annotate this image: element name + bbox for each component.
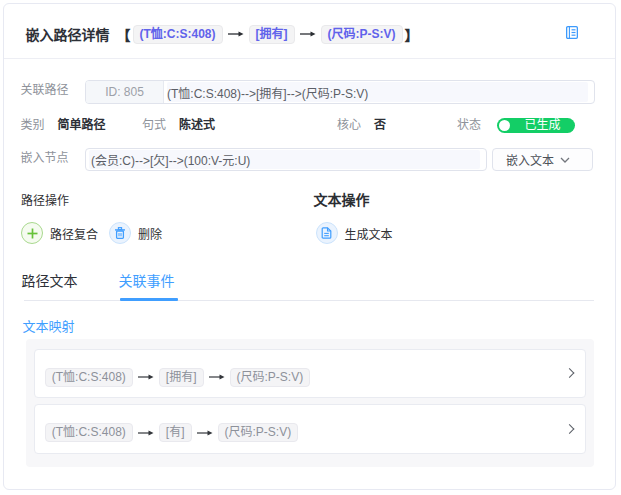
path-chip: (T恤:C:S:408) bbox=[45, 368, 133, 387]
generate-text-label: 生成文本 bbox=[345, 225, 393, 242]
arrow-right-icon bbox=[228, 30, 244, 38]
chevron-down-icon bbox=[560, 157, 570, 163]
switch-knob bbox=[499, 120, 511, 132]
mapping-path: (T恤:C:S:408) [拥有] (尺码:P-S:V) bbox=[45, 368, 310, 387]
path-id-badge: ID: 805 bbox=[86, 81, 164, 103]
text-mapping-container: (T恤:C:S:408) [拥有] (尺码:P-S:V) (T恤:C:S:408… bbox=[26, 339, 594, 467]
related-path-input[interactable]: ID: 805 (T恤:C:S:408)-->[拥有]-->(尺码:P-S:V) bbox=[85, 80, 595, 104]
path-compose-label: 路径复合 bbox=[50, 225, 98, 242]
related-path-value: (T恤:C:S:408)-->[拥有]-->(尺码:P-S:V) bbox=[167, 82, 588, 102]
arrow-right-icon bbox=[138, 429, 154, 437]
path-ops-title: 路径操作 bbox=[21, 192, 69, 210]
chevron-right-icon bbox=[565, 424, 575, 434]
switch-state-text: 已生成 bbox=[511, 118, 575, 133]
path-chip: (尺码:P-S:V) bbox=[230, 368, 311, 387]
generate-text-button[interactable]: 生成文本 bbox=[316, 221, 393, 245]
category-label: 类别 bbox=[21, 116, 45, 134]
path-node-badge-relation: [拥有] bbox=[249, 25, 295, 44]
document-icon bbox=[316, 222, 338, 244]
panel-header: 嵌入路径详情 【 (T恤:C:S:408) [拥有] (尺码:P-S:V) 】 bbox=[4, 4, 615, 59]
path-chip: [有] bbox=[159, 423, 192, 442]
delete-label: 删除 bbox=[138, 225, 162, 242]
status-label: 状态 bbox=[457, 116, 481, 134]
path-node-badge-subject: (T恤:C:S:408) bbox=[133, 25, 223, 44]
path-compose-button[interactable]: 路径复合 bbox=[21, 221, 98, 245]
sentence-label: 句式 bbox=[142, 116, 166, 134]
arrow-right-icon bbox=[197, 429, 213, 437]
sentence-value: 陈述式 bbox=[179, 116, 215, 134]
chevron-right-icon bbox=[565, 368, 575, 378]
delete-button[interactable]: 删除 bbox=[109, 221, 162, 245]
tabs-divider bbox=[24, 300, 594, 301]
arrow-right-icon bbox=[138, 373, 154, 381]
related-path-label: 关联路径 bbox=[21, 78, 69, 102]
path-chip: [拥有] bbox=[159, 368, 204, 387]
embedded-path-detail-page: 嵌入路径详情 【 (T恤:C:S:408) [拥有] (尺码:P-S:V) 】 bbox=[0, 0, 621, 495]
tab-related-events[interactable]: 关联事件 bbox=[119, 272, 175, 290]
arrow-right-icon bbox=[300, 30, 316, 38]
active-tab-underline bbox=[120, 298, 178, 301]
mapping-row[interactable]: (T恤:C:S:408) [拥有] (尺码:P-S:V) bbox=[34, 349, 587, 399]
tab-path-text[interactable]: 路径文本 bbox=[22, 272, 78, 290]
path-chip: (尺码:P-S:V) bbox=[218, 423, 299, 442]
path-chip: (T恤:C:S:408) bbox=[45, 423, 133, 442]
bracket-open: 【 bbox=[117, 24, 131, 44]
embed-node-value: (会员:C)-->[欠]-->(100:V-元:U) bbox=[89, 150, 480, 169]
text-ops-title: 文本操作 bbox=[314, 191, 370, 209]
status-switch[interactable]: 已生成 bbox=[497, 118, 575, 133]
embed-text-dropdown-label: 嵌入文本 bbox=[506, 151, 554, 168]
plus-icon bbox=[21, 222, 43, 244]
core-value: 否 bbox=[374, 116, 386, 134]
embed-text-dropdown[interactable]: 嵌入文本 bbox=[492, 148, 593, 171]
header-path-expression: 嵌入路径详情 【 (T恤:C:S:408) [拥有] (尺码:P-S:V) 】 bbox=[26, 4, 419, 64]
path-detail-panel: 嵌入路径详情 【 (T恤:C:S:408) [拥有] (尺码:P-S:V) 】 bbox=[3, 3, 616, 490]
core-label: 核心 bbox=[337, 116, 361, 134]
page-title: 嵌入路径详情 bbox=[26, 24, 110, 44]
text-mapping-title: 文本映射 bbox=[23, 318, 75, 336]
trash-icon bbox=[109, 222, 131, 244]
mapping-row[interactable]: (T恤:C:S:408) [有] (尺码:P-S:V) bbox=[34, 404, 587, 454]
mapping-path: (T恤:C:S:408) [有] (尺码:P-S:V) bbox=[45, 423, 298, 442]
notebook-icon[interactable] bbox=[566, 26, 579, 40]
embed-node-input[interactable]: (会员:C)-->[欠]-->(100:V-元:U) bbox=[85, 148, 487, 171]
category-value: 简单路径 bbox=[58, 116, 106, 134]
bracket-close: 】 bbox=[405, 24, 419, 44]
embed-node-label: 嵌入节点 bbox=[21, 146, 69, 170]
path-node-badge-object: (尺码:P-S:V) bbox=[321, 25, 403, 44]
arrow-right-icon bbox=[209, 373, 225, 381]
